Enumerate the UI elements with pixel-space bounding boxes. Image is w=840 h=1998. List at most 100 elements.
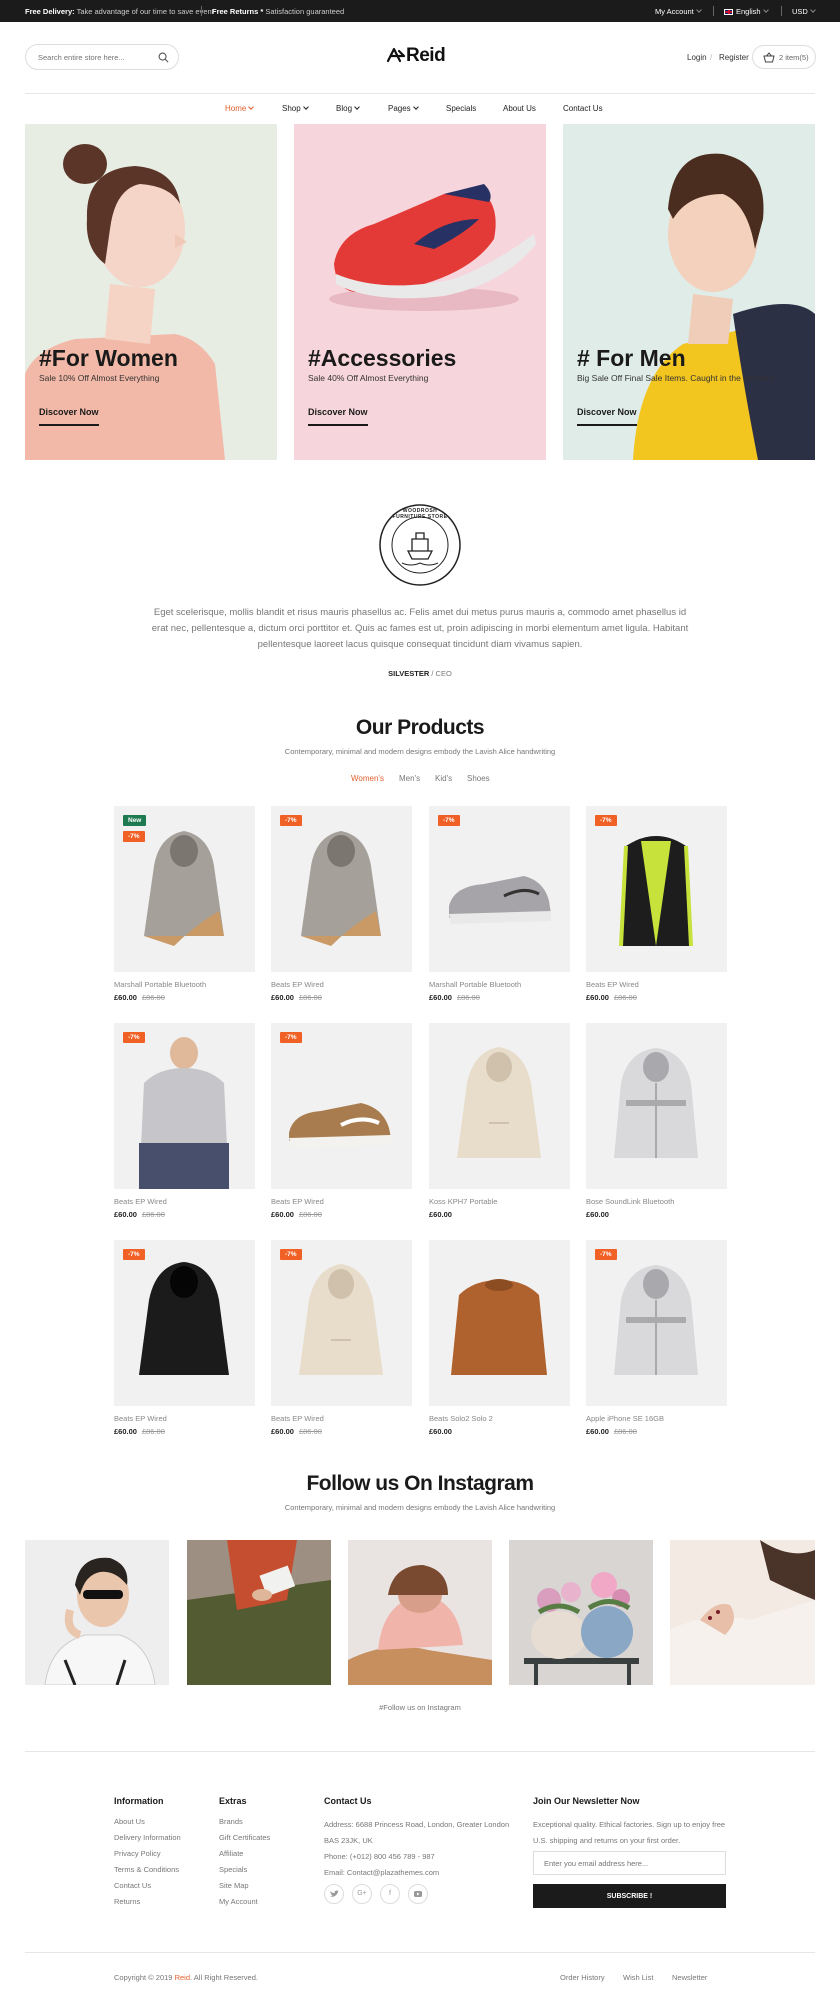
- product-image[interactable]: -7%: [429, 806, 570, 972]
- product-name[interactable]: Beats EP Wired: [271, 1197, 324, 1206]
- instagram-photo[interactable]: [670, 1540, 815, 1685]
- sale-badge: -7%: [595, 815, 617, 826]
- free-delivery-text: Take advantage of our time to save event: [76, 7, 214, 16]
- cart-button[interactable]: 2 item(5): [752, 45, 816, 69]
- product-image[interactable]: [586, 1023, 727, 1189]
- instagram-photo[interactable]: [25, 1540, 169, 1685]
- current-price: £60.00: [429, 1210, 452, 1219]
- product-name[interactable]: Beats EP Wired: [271, 1414, 324, 1423]
- product-name[interactable]: Beats EP Wired: [271, 980, 324, 989]
- follow-instagram-link[interactable]: #Follow us on Instagram: [0, 1703, 840, 1712]
- contact-address-line-2: BAS 23JK, UK: [324, 1836, 373, 1845]
- footer-link[interactable]: Brands: [219, 1817, 243, 1826]
- product-image[interactable]: [429, 1023, 570, 1189]
- product-name[interactable]: Beats Solo2 Solo 2: [429, 1414, 493, 1423]
- subscribe-button[interactable]: SUBSCRIBE !: [533, 1884, 726, 1908]
- newsletter-email-input[interactable]: [533, 1851, 726, 1875]
- footer-link[interactable]: Delivery Information: [114, 1833, 181, 1842]
- currency-dropdown[interactable]: USD: [792, 7, 816, 16]
- product-image[interactable]: -7%: [114, 1240, 255, 1406]
- footer-link[interactable]: Specials: [219, 1865, 247, 1874]
- login-link[interactable]: Login: [687, 53, 707, 62]
- instagram-photo[interactable]: [187, 1540, 331, 1685]
- register-link[interactable]: Register: [719, 53, 749, 62]
- nav-shop[interactable]: Shop: [282, 104, 309, 113]
- product-image[interactable]: -7%: [586, 806, 727, 972]
- discover-now-link[interactable]: Discover Now: [577, 407, 637, 426]
- product-image[interactable]: -7%: [271, 1023, 412, 1189]
- tab-mens[interactable]: Men's: [399, 774, 420, 783]
- language-dropdown[interactable]: English: [724, 7, 769, 16]
- search-icon[interactable]: [158, 52, 169, 63]
- footer-link[interactable]: Gift Certificates: [219, 1833, 270, 1842]
- product-name[interactable]: Apple iPhone SE 16GB: [586, 1414, 664, 1423]
- search-input[interactable]: [25, 44, 179, 70]
- flower-pots-photo: [524, 1572, 639, 1685]
- footer-link[interactable]: Contact Us: [114, 1881, 151, 1890]
- basket-icon: [763, 52, 775, 63]
- current-price: £60.00: [271, 1427, 294, 1436]
- product-image[interactable]: -7%: [271, 1240, 412, 1406]
- site-logo[interactable]: Reid: [386, 45, 446, 67]
- contact-phone: Phone: (+012) 800 456 789 - 987: [324, 1852, 435, 1861]
- product-photo: [619, 836, 693, 947]
- footer-link[interactable]: About Us: [114, 1817, 145, 1826]
- product-image[interactable]: New -7%: [114, 806, 255, 972]
- footer-link[interactable]: Privacy Policy: [114, 1849, 161, 1858]
- footer-link[interactable]: Site Map: [219, 1881, 249, 1890]
- footer-link[interactable]: Returns: [114, 1897, 140, 1906]
- footer-link[interactable]: Affiliate: [219, 1849, 243, 1858]
- banner-women[interactable]: #For Women Sale 10% Off Almost Everythin…: [25, 124, 277, 460]
- discover-now-link[interactable]: Discover Now: [308, 407, 368, 426]
- copyright-brand-link[interactable]: Reid: [175, 1973, 190, 1982]
- logo-text: Reid: [406, 45, 446, 66]
- twitter-icon[interactable]: [324, 1884, 344, 1904]
- instagram-photo[interactable]: [348, 1540, 492, 1685]
- product-name[interactable]: Beats EP Wired: [114, 1197, 167, 1206]
- tab-kids[interactable]: Kid's: [435, 774, 452, 783]
- product-image[interactable]: [429, 1240, 570, 1406]
- my-account-dropdown[interactable]: My Account: [655, 7, 702, 16]
- sale-badge: -7%: [123, 1032, 145, 1043]
- current-price: £60.00: [271, 1210, 294, 1219]
- nav-contact-us[interactable]: Contact Us: [563, 104, 603, 113]
- nav-pages[interactable]: Pages: [388, 104, 419, 113]
- google-plus-icon[interactable]: G+: [352, 1884, 372, 1904]
- banner-men[interactable]: # For Men Big Sale Off Final Sale Items.…: [563, 124, 815, 460]
- nav-blog[interactable]: Blog: [336, 104, 360, 113]
- product-image[interactable]: -7%: [271, 806, 412, 972]
- footer-information-title: Information: [114, 1796, 164, 1806]
- product-image[interactable]: -7%: [114, 1023, 255, 1189]
- product-name[interactable]: Beats EP Wired: [114, 1414, 167, 1423]
- product-photo: [139, 1037, 229, 1189]
- product-price: £60.00 £86.00: [586, 993, 637, 1002]
- product-name[interactable]: Beats EP Wired: [586, 980, 639, 989]
- tab-shoes[interactable]: Shoes: [467, 774, 490, 783]
- banner-accessories[interactable]: #Accessories Sale 40% Off Almost Everyth…: [294, 124, 546, 460]
- footer-link[interactable]: My Account: [219, 1897, 258, 1906]
- footer-link[interactable]: Terms & Conditions: [114, 1865, 179, 1874]
- product-price: £60.00 £86.00: [271, 993, 322, 1002]
- nav-specials[interactable]: Specials: [446, 104, 476, 113]
- discover-now-link[interactable]: Discover Now: [39, 407, 99, 426]
- current-price: £60.00: [271, 993, 294, 1002]
- product-name[interactable]: Marshall Portable Bluetooth: [429, 980, 521, 989]
- facebook-icon[interactable]: f: [380, 1884, 400, 1904]
- man-sunglasses-photo: [44, 1557, 156, 1685]
- newsletter-link[interactable]: Newsletter: [672, 1973, 707, 1982]
- author-name: SILVESTER: [388, 669, 430, 678]
- nav-home[interactable]: Home: [225, 104, 255, 113]
- product-name[interactable]: Marshall Portable Bluetooth: [114, 980, 206, 989]
- old-price: £86.00: [141, 1210, 165, 1219]
- sale-badge: -7%: [123, 1249, 145, 1260]
- product-name[interactable]: Koss KPH7 Portable: [429, 1197, 497, 1206]
- youtube-icon[interactable]: [408, 1884, 428, 1904]
- wish-list-link[interactable]: Wish List: [623, 1973, 653, 1982]
- product-name[interactable]: Bose SoundLink Bluetooth: [586, 1197, 674, 1206]
- order-history-link[interactable]: Order History: [560, 1973, 605, 1982]
- nav-about-us[interactable]: About Us: [503, 104, 536, 113]
- instagram-photo[interactable]: [509, 1540, 653, 1685]
- tab-womens[interactable]: Women's: [351, 774, 384, 783]
- product-image[interactable]: -7%: [586, 1240, 727, 1406]
- old-price: £86.00: [613, 993, 637, 1002]
